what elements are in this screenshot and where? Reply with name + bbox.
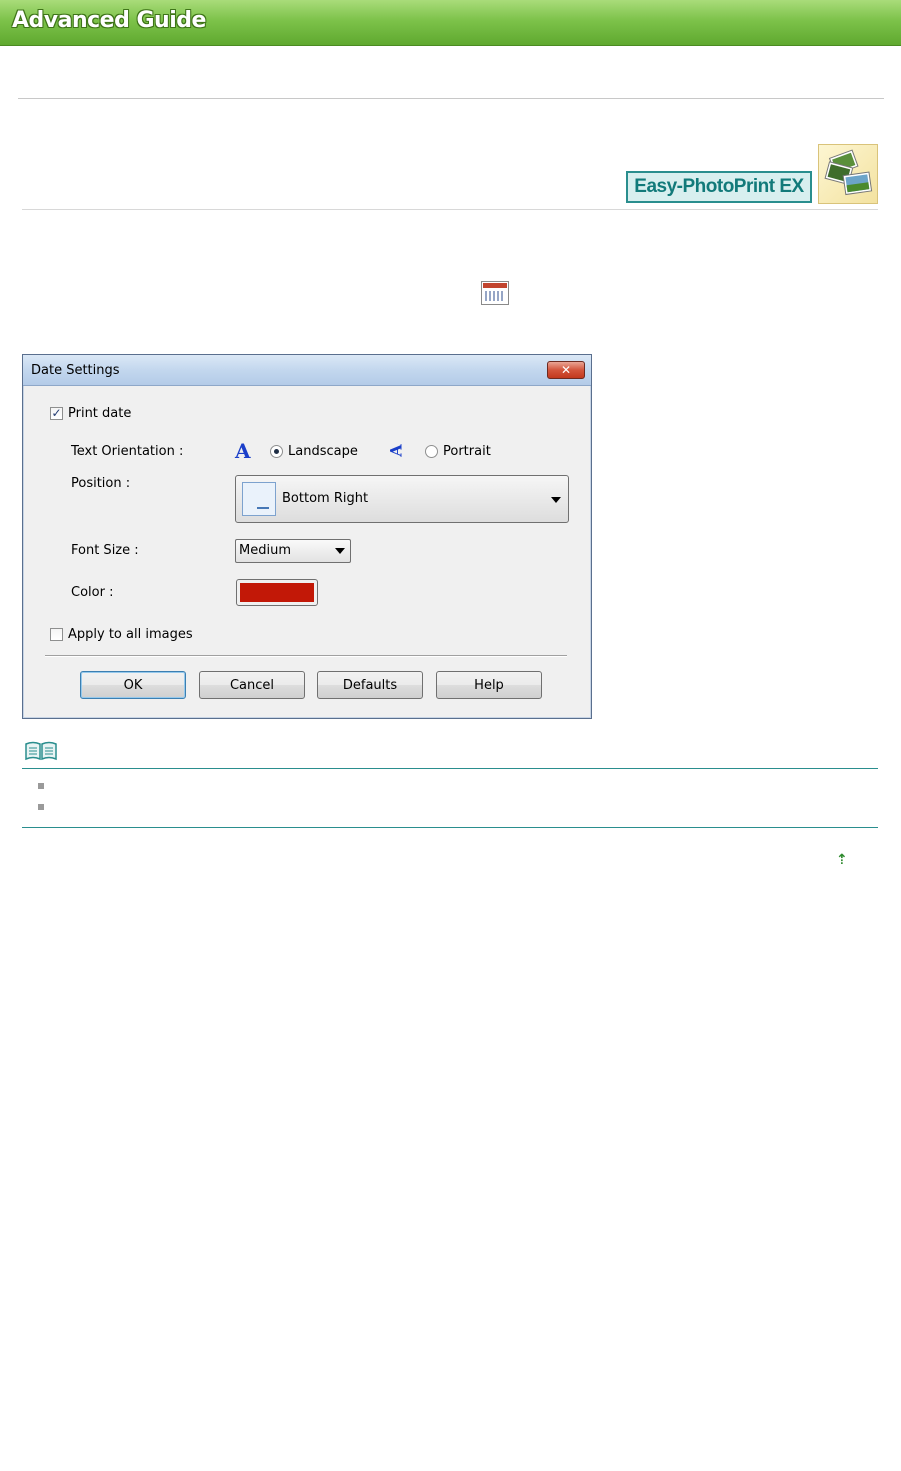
color-picker-button[interactable]	[236, 579, 318, 606]
defaults-button[interactable]: Defaults	[317, 671, 423, 699]
note-bottom-rule	[22, 827, 878, 828]
color-label: Color :	[71, 585, 114, 600]
apply-to-all-label: Apply to all images	[68, 627, 193, 642]
ok-button[interactable]: OK	[80, 671, 186, 699]
landscape-radio[interactable]	[270, 445, 283, 458]
apply-to-all-checkbox[interactable]	[50, 628, 63, 641]
landscape-label[interactable]: Landscape	[288, 444, 358, 459]
product-badge: Easy-PhotoPrint EX	[626, 171, 812, 203]
dialog-titlebar[interactable]: Date Settings ✕	[23, 355, 591, 386]
dialog-title: Date Settings	[31, 363, 120, 378]
print-date-label: Print date	[68, 406, 132, 421]
position-preview-icon	[242, 482, 276, 516]
position-dropdown[interactable]: Bottom Right	[235, 475, 569, 523]
note-bullet	[38, 804, 44, 810]
position-value: Bottom Right	[282, 491, 369, 506]
date-settings-dialog: Date Settings ✕ ✓ Print date Text Orient…	[22, 354, 592, 719]
photos-stack-icon	[818, 144, 878, 204]
page-top-arrow-icon[interactable]: ⇡	[836, 852, 848, 868]
portrait-a-icon: A	[386, 444, 406, 457]
color-swatch-fill	[240, 583, 314, 602]
help-button[interactable]: Help	[436, 671, 542, 699]
close-icon[interactable]: ✕	[547, 361, 585, 379]
calendar-header	[483, 283, 507, 288]
position-label: Position :	[71, 476, 131, 491]
section-divider	[22, 209, 878, 210]
chevron-down-icon	[551, 497, 561, 503]
header-banner: Advanced Guide	[0, 0, 901, 46]
note-top-rule	[22, 768, 878, 769]
font-size-dropdown[interactable]: Medium	[235, 539, 351, 563]
open-book-icon	[24, 741, 58, 761]
page-title: Advanced Guide	[12, 8, 206, 33]
cancel-button[interactable]: Cancel	[199, 671, 305, 699]
font-size-label: Font Size :	[71, 543, 139, 558]
calendar-icon	[481, 281, 509, 305]
portrait-radio[interactable]	[425, 445, 438, 458]
header-divider	[18, 98, 884, 99]
landscape-a-icon: A	[235, 439, 251, 463]
calendar-grid	[485, 291, 505, 301]
font-size-value: Medium	[239, 543, 291, 558]
note-bullet	[38, 783, 44, 789]
product-name: Easy-PhotoPrint EX	[634, 176, 804, 197]
chevron-down-icon	[335, 548, 345, 554]
dialog-separator	[45, 655, 567, 657]
text-orientation-label: Text Orientation :	[71, 444, 184, 459]
portrait-label[interactable]: Portrait	[443, 444, 491, 459]
print-date-checkbox[interactable]: ✓	[50, 407, 63, 420]
